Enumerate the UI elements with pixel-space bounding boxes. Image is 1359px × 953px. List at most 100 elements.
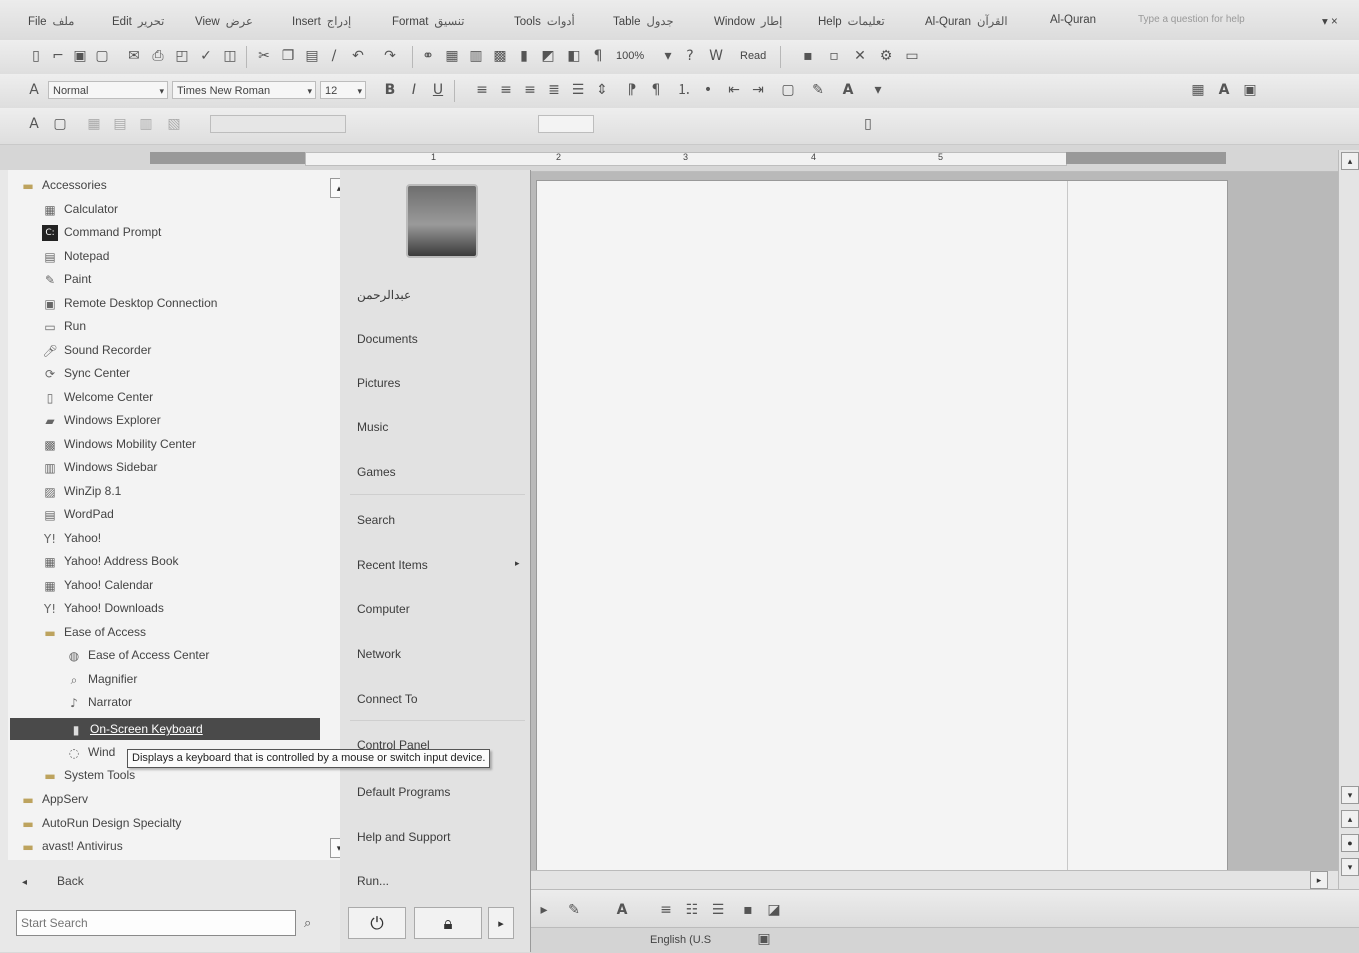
program-run[interactable]: ▭ Run [42, 315, 86, 337]
program-remote-desktop[interactable]: ▣ Remote Desktop Connection [42, 292, 217, 314]
user-name[interactable]: عبدالرحمن [357, 288, 411, 302]
email-icon[interactable]: ✉ [126, 48, 142, 64]
program-windows-explorer[interactable]: ▰ Windows Explorer [42, 409, 160, 431]
scroll-down-icon[interactable]: ▾ [1341, 786, 1359, 804]
program-yahoo[interactable]: Y! Yahoo! [42, 527, 101, 549]
right-item-default-programs[interactable]: Default Programs [357, 785, 450, 799]
program-sync-center[interactable]: ⟳ Sync Center [42, 362, 130, 384]
open-icon[interactable]: ⌐ [50, 48, 66, 64]
lock-icon[interactable]: 🔒︎ [414, 907, 482, 939]
right-item-games[interactable]: Games [357, 465, 396, 479]
shadow-style-icon[interactable]: ▪ [740, 902, 756, 918]
word-icon[interactable]: W [708, 48, 724, 64]
border-icon[interactable]: ▢ [780, 82, 796, 98]
program-sound-recorder[interactable]: 🎤︎ Sound Recorder [42, 339, 151, 361]
toolbar-icon-o[interactable]: ▯ [860, 116, 876, 132]
user-avatar[interactable] [406, 184, 478, 258]
tables-borders-icon[interactable]: ▦ [444, 48, 460, 64]
show-hide-icon[interactable]: ¶ [590, 48, 606, 64]
right-item-computer[interactable]: Computer [357, 602, 410, 616]
toolbar-icon-g[interactable]: A [1216, 82, 1232, 98]
program-yahoo-calendar[interactable]: ▦ Yahoo! Calendar [42, 574, 153, 596]
program-yahoo-downloads[interactable]: Y! Yahoo! Downloads [42, 597, 164, 619]
scroll-right-icon[interactable]: ▸ [1310, 871, 1328, 889]
program-windows-sidebar[interactable]: ▥ Windows Sidebar [42, 456, 157, 478]
increase-indent-icon[interactable]: ⇥ [750, 82, 766, 98]
toolbar-combo-2[interactable] [538, 115, 594, 133]
program-notepad[interactable]: ▤ Notepad [42, 245, 109, 267]
horizontal-ruler[interactable]: 1 2 3 4 5 [0, 145, 1359, 172]
document-map-icon[interactable]: ◧ [566, 48, 582, 64]
shutdown-options-icon[interactable]: ▸ [488, 907, 514, 939]
next-page-icon[interactable]: ▾ [1341, 858, 1359, 876]
toolbar-icon-c[interactable]: ✕ [852, 48, 868, 64]
menu-al-quran-1[interactable]: Al-Quran القرآن [925, 14, 1008, 28]
program-winzip[interactable]: ▨ WinZip 8.1 [42, 480, 121, 502]
toolbar-icon-n[interactable]: ▧ [166, 116, 182, 132]
numbering-icon[interactable]: ⒈ [676, 82, 692, 98]
styles-icon[interactable]: A [26, 82, 42, 98]
program-appserv[interactable]: ▬ AppServ [20, 788, 88, 810]
underline-button[interactable]: U [430, 82, 446, 98]
menu-help[interactable]: Help تعليمات [818, 14, 885, 28]
right-item-recent-items[interactable]: Recent Items ▸ [357, 558, 520, 572]
document-page[interactable] [536, 180, 1228, 872]
toolbar-icon-b[interactable]: ▫ [826, 48, 842, 64]
hyperlink-icon[interactable]: ⚭ [420, 48, 436, 64]
fill-color-icon[interactable]: ▸ [536, 902, 552, 918]
print-icon[interactable]: ⎙ [150, 48, 166, 64]
program-ease-of-access-center[interactable]: ◍ Ease of Access Center [66, 644, 210, 666]
justify-icon[interactable]: ≣ [546, 82, 562, 98]
back-button[interactable]: ◂ Back [22, 874, 84, 888]
power-icon[interactable]: ⏻ [348, 907, 406, 939]
line-color-icon[interactable]: ✎ [566, 902, 582, 918]
program-paint[interactable]: ✎ Paint [42, 268, 91, 290]
insert-table-icon[interactable]: ▥ [468, 48, 484, 64]
toolbar-icon-k[interactable]: ▦ [86, 116, 102, 132]
italic-button[interactable]: I [406, 82, 422, 98]
program-on-screen-keyboard[interactable]: ▮ On-Screen Keyboard [10, 718, 320, 740]
help-dropdown-icon[interactable]: ▾ × [1322, 14, 1338, 28]
cut-icon[interactable]: ✂ [256, 48, 272, 64]
right-item-pictures[interactable]: Pictures [357, 376, 400, 390]
program-narrator[interactable]: ♪ Narrator [66, 691, 132, 713]
format-painter-icon[interactable]: / [326, 48, 342, 64]
highlight-icon[interactable]: ✎ [810, 82, 826, 98]
menu-edit[interactable]: Edit تحرير [112, 14, 164, 28]
program-mobility-center[interactable]: ▩ Windows Mobility Center [42, 433, 196, 455]
style-select[interactable]: Normal ▾ [48, 81, 168, 99]
align-left-icon[interactable]: ≡ [474, 82, 490, 98]
bold-button[interactable]: B [382, 82, 398, 98]
program-wordpad[interactable]: ▤ WordPad [42, 503, 113, 525]
align-right-icon[interactable]: ≡ [522, 82, 538, 98]
zoom-value[interactable]: 100% [616, 50, 644, 62]
right-item-network[interactable]: Network [357, 647, 401, 661]
menu-insert[interactable]: Insert إدراج [292, 14, 351, 28]
help-search-box[interactable]: Type a question for help [1138, 14, 1245, 25]
rtl-direction-icon[interactable]: ¶ [648, 82, 664, 98]
start-search-input[interactable] [16, 910, 296, 936]
menu-tools[interactable]: Tools أدوات [514, 14, 575, 28]
right-item-music[interactable]: Music [357, 420, 388, 434]
program-avast[interactable]: ▬ avast! Antivirus [20, 835, 122, 857]
help-icon[interactable]: ? [682, 48, 698, 64]
drawing-icon[interactable]: ◩ [540, 48, 556, 64]
right-item-connect-to[interactable]: Connect To [357, 692, 418, 706]
zoom-dropdown-icon[interactable]: ▾ [660, 48, 676, 64]
3d-style-icon[interactable]: ◪ [766, 902, 782, 918]
read-button[interactable]: Read [740, 50, 766, 62]
program-magnifier[interactable]: ⌕ Magnifier [66, 668, 138, 690]
decrease-indent-icon[interactable]: ⇤ [726, 82, 742, 98]
columns-icon[interactable]: ▮ [516, 48, 532, 64]
program-ease-of-access[interactable]: ▬ Ease of Access [42, 621, 146, 643]
menu-al-quran-2[interactable]: Al-Quran [1050, 14, 1096, 26]
copy-icon[interactable]: ❐ [280, 48, 296, 64]
bullets-icon[interactable]: • [700, 82, 716, 98]
program-welcome-center[interactable]: ▯ Welcome Center [42, 386, 153, 408]
paste-icon[interactable]: ▤ [304, 48, 320, 64]
program-calculator[interactable]: ▦ Calculator [42, 198, 118, 220]
arrow-style-icon[interactable]: ☰ [710, 902, 726, 918]
draw-font-color-icon[interactable]: A [614, 902, 630, 918]
right-item-search[interactable]: Search [357, 513, 395, 527]
program-yahoo-address-book[interactable]: ▦ Yahoo! Address Book [42, 550, 178, 572]
